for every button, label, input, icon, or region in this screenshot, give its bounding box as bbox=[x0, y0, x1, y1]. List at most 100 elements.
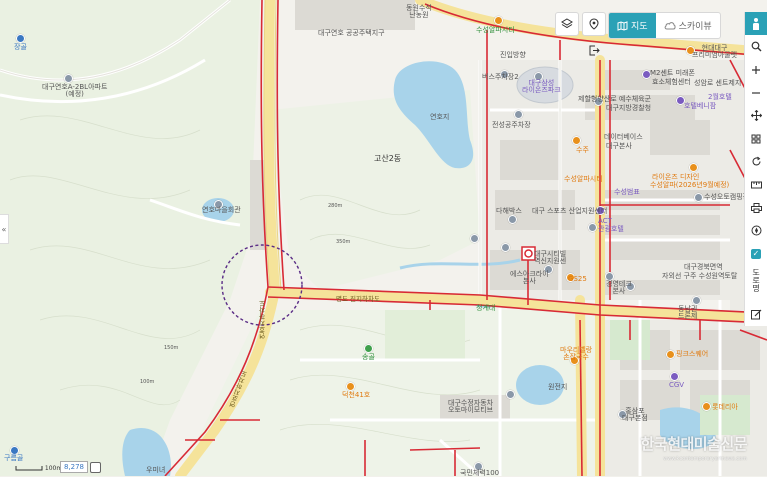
refresh-icon bbox=[751, 156, 761, 166]
road-name-toggle[interactable]: ✓ bbox=[745, 242, 767, 265]
poi-marker[interactable] bbox=[501, 243, 510, 252]
map-label: 연호지 bbox=[430, 113, 450, 121]
grid-button[interactable] bbox=[745, 127, 767, 150]
pan-button[interactable] bbox=[745, 104, 767, 127]
tab-map[interactable]: 지도 bbox=[609, 13, 656, 38]
move-icon bbox=[750, 110, 762, 121]
compass-icon bbox=[751, 225, 761, 236]
zoom-level-box[interactable]: 8,278 bbox=[60, 461, 88, 473]
map-label: 마우리벨랑 손잡국수 bbox=[560, 346, 593, 361]
map-label: 수성알파시티 bbox=[476, 26, 515, 34]
map-label: 고산2동 bbox=[374, 154, 402, 163]
map-label: GS25 bbox=[568, 275, 587, 283]
zoom-search-button[interactable] bbox=[745, 35, 767, 58]
road-label: 명도 진지하차도 bbox=[336, 295, 380, 303]
person-icon bbox=[753, 17, 759, 30]
checkbox-icon: ✓ bbox=[751, 248, 761, 259]
map-label: 대구지방경찰청 bbox=[606, 104, 652, 112]
map-label: 호텔베니팜 bbox=[684, 102, 717, 110]
poi-marker[interactable] bbox=[470, 234, 479, 243]
map-label: 원전지 bbox=[548, 383, 568, 391]
tab-skyview[interactable]: 스카이뷰 bbox=[656, 13, 720, 38]
elevation-label: 350m bbox=[336, 239, 351, 245]
poi-marker[interactable] bbox=[588, 223, 597, 232]
magnifier-icon bbox=[751, 41, 761, 52]
map-label: 장골 bbox=[14, 43, 27, 51]
map-label: 대구연호A-2BL아파트 (예정) bbox=[42, 83, 108, 98]
map-label: 진입방향 bbox=[500, 51, 526, 59]
elevation-label: 150m bbox=[164, 345, 179, 351]
cloud-icon bbox=[664, 22, 676, 30]
map-label: 대구경북면역 bbox=[684, 263, 723, 271]
exit-button[interactable] bbox=[582, 38, 606, 62]
map-label: 롯데리아 bbox=[712, 403, 738, 411]
poi-marker[interactable] bbox=[494, 16, 503, 25]
map-label: 대구연호 공공주택지구 bbox=[318, 29, 385, 37]
map-label: 2월호텔 bbox=[708, 93, 732, 101]
map-label: 효소체험센터 bbox=[652, 78, 691, 86]
map-label: 연호마을회관 bbox=[202, 206, 241, 214]
map-label: 수주 bbox=[576, 146, 589, 154]
road-label: 연호지하차도 bbox=[259, 300, 267, 339]
map-label: 대구삼성 라이온즈파크 bbox=[522, 79, 561, 94]
compass-button[interactable] bbox=[745, 219, 767, 242]
poi-marker[interactable] bbox=[514, 110, 523, 119]
map-label: 구름골 bbox=[4, 454, 24, 462]
poi-marker[interactable] bbox=[666, 350, 675, 359]
map-label: 동남권 드론제 bbox=[678, 305, 698, 320]
map-label: 데이터베이스 bbox=[604, 133, 643, 141]
printer-icon bbox=[750, 202, 762, 213]
poi-marker[interactable] bbox=[16, 34, 25, 43]
map-label: 덕천41호 bbox=[342, 391, 371, 399]
map-type-tabs: 지도 스카이뷰 bbox=[608, 12, 721, 39]
ruler-button[interactable] bbox=[745, 173, 767, 196]
poi-marker[interactable] bbox=[64, 74, 73, 83]
map-label: 성암로 센트제지 bbox=[694, 79, 742, 87]
refresh-button[interactable] bbox=[745, 150, 767, 173]
poi-marker[interactable] bbox=[670, 372, 679, 381]
map-label: 버스주차장2 bbox=[482, 73, 519, 81]
roadview-button[interactable] bbox=[745, 12, 767, 35]
map-label: 다해박스 bbox=[496, 207, 522, 215]
map-label: 청계대 bbox=[476, 304, 496, 312]
poi-marker[interactable] bbox=[689, 163, 698, 172]
location-button[interactable] bbox=[582, 12, 606, 36]
edit-button[interactable] bbox=[745, 303, 767, 326]
poi-marker[interactable] bbox=[572, 136, 581, 145]
map-label: 수성알파(2026년9월예정) bbox=[650, 181, 730, 189]
layers-button[interactable] bbox=[555, 12, 579, 36]
map-label: 관광호텔 bbox=[598, 225, 624, 233]
zoom-in-button[interactable] bbox=[745, 58, 767, 81]
map-label: 전성공주차장 bbox=[492, 121, 531, 129]
tab-skyview-label: 스카이뷰 bbox=[678, 22, 712, 32]
ruler-icon bbox=[750, 181, 762, 188]
poi-marker[interactable] bbox=[346, 382, 355, 391]
print-button[interactable] bbox=[745, 196, 767, 219]
minimap-toggle[interactable] bbox=[90, 462, 101, 473]
plus-icon bbox=[752, 65, 760, 74]
zoom-out-button[interactable] bbox=[745, 81, 767, 104]
map-label: 경영테크 본사 bbox=[606, 280, 632, 295]
map-label: 에스아크라이 본사 bbox=[510, 270, 549, 285]
map-label: 송골 bbox=[362, 353, 375, 361]
map-label: 현대대구 프리미엄아울렛 bbox=[692, 44, 738, 59]
map-label: 대구수정자동차 오토마이모티브 bbox=[448, 399, 494, 414]
poi-marker[interactable] bbox=[508, 215, 517, 224]
poi-marker[interactable] bbox=[702, 402, 711, 411]
map-label: M2센트 미래폰 bbox=[650, 69, 695, 77]
right-toolbar: ✓ 도로명 bbox=[744, 12, 767, 326]
poi-marker[interactable] bbox=[692, 296, 701, 305]
map-label: 대구본사 bbox=[606, 142, 632, 150]
poi-marker[interactable] bbox=[506, 390, 515, 399]
scale-ruler-icon bbox=[15, 466, 43, 471]
map-label: 대구 스포츠 산업지원센터 bbox=[532, 207, 608, 215]
map-label: 대구시티빌 역신지원센 bbox=[534, 250, 567, 265]
side-panel-toggle[interactable]: « bbox=[0, 214, 9, 244]
elevation-label: 280m bbox=[328, 203, 343, 209]
map-label: 우미녀 bbox=[146, 466, 166, 474]
pencil-icon bbox=[750, 309, 761, 320]
poi-marker[interactable] bbox=[694, 193, 703, 202]
map-label: 수성알파시티 bbox=[564, 175, 603, 183]
map-label: ACT bbox=[598, 217, 612, 225]
poi-marker[interactable] bbox=[364, 344, 373, 353]
